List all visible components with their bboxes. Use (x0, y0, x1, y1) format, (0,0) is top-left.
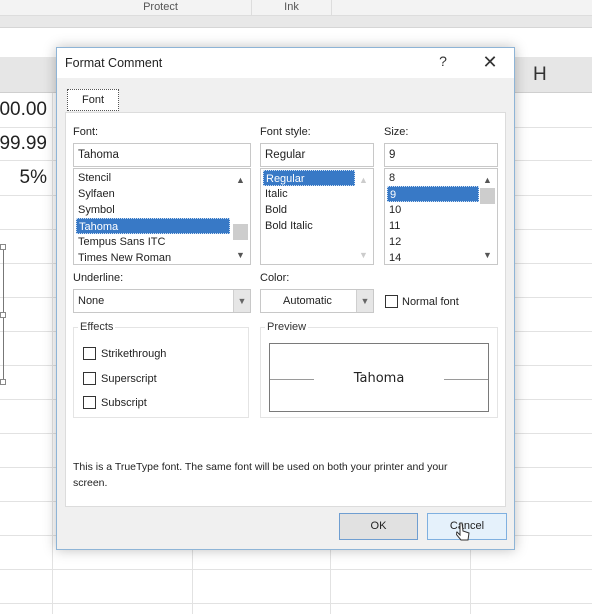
font-list-item[interactable]: Symbol (76, 202, 230, 218)
superscript-checkbox[interactable] (83, 372, 96, 385)
cell-value[interactable]: 5% (20, 167, 47, 189)
scroll-up-icon[interactable]: ▲ (355, 172, 372, 188)
mouse-cursor-icon (456, 522, 470, 541)
underline-label: Underline: (73, 272, 124, 284)
size-item[interactable]: 14 (387, 250, 479, 264)
preview-sample-text: Tahoma (353, 371, 405, 386)
strikethrough-checkbox[interactable] (83, 347, 96, 360)
size-list-scrollbar[interactable]: ▲ ▼ (479, 170, 496, 264)
gridline-vertical (52, 93, 53, 614)
font-list-item[interactable]: Sylfaen (76, 186, 230, 202)
help-button[interactable]: ? (433, 53, 453, 73)
tab-font[interactable]: Font (67, 89, 119, 111)
chevron-down-icon[interactable]: ▼ (356, 290, 373, 312)
color-select[interactable]: Automatic ▼ (260, 289, 374, 313)
font-list-scrollbar[interactable]: ▲ ▼ (232, 170, 249, 264)
scroll-down-icon[interactable]: ▼ (355, 247, 372, 263)
chevron-down-icon[interactable]: ▼ (233, 290, 250, 312)
scroll-up-icon[interactable]: ▲ (479, 172, 496, 188)
font-style-list[interactable]: Regular Italic Bold Bold Italic ▲ ▼ (260, 168, 374, 265)
size-label: Size: (384, 126, 409, 138)
ribbon-group-protect: Protect (70, 0, 252, 16)
scroll-down-icon[interactable]: ▼ (479, 247, 496, 263)
size-item[interactable]: 10 (387, 202, 479, 218)
effects-title: Effects (78, 321, 116, 333)
preview-title: Preview (265, 321, 309, 333)
font-list-item[interactable]: Tempus Sans ITC (76, 234, 230, 250)
scroll-up-icon[interactable]: ▲ (232, 172, 249, 188)
font-list[interactable]: Stencil Sylfaen Symbol Tahoma Tempus San… (73, 168, 251, 265)
font-label: Font: (73, 126, 99, 138)
ribbon-strip: Protect Ink (0, 0, 592, 16)
font-style-scrollbar[interactable]: ▲ ▼ (355, 170, 372, 264)
ribbon-separator (0, 16, 592, 28)
column-header-h[interactable]: H (533, 64, 547, 86)
size-list[interactable]: 8 9 10 11 12 14 ▲ ▼ (384, 168, 498, 265)
font-style-item[interactable]: Bold (263, 202, 355, 218)
preview-box: Tahoma (269, 343, 489, 412)
scroll-down-icon[interactable]: ▼ (232, 247, 249, 263)
effects-group (73, 327, 249, 418)
size-input[interactable]: 9 (384, 143, 498, 167)
subscript-label[interactable]: Subscript (101, 397, 147, 409)
size-item[interactable]: 11 (387, 218, 479, 234)
close-button[interactable]: ✕ (477, 51, 503, 73)
color-value: Automatic (283, 295, 332, 307)
normal-font-checkbox[interactable] (385, 295, 398, 308)
font-list-item-selected[interactable]: Tahoma (76, 218, 230, 234)
scroll-thumb[interactable] (480, 188, 495, 204)
size-item[interactable]: 12 (387, 234, 479, 250)
font-style-label: Font style: (260, 126, 311, 138)
font-style-item[interactable]: Italic (263, 186, 355, 202)
strikethrough-label[interactable]: Strikethrough (101, 348, 166, 360)
font-style-item[interactable]: Bold Italic (263, 218, 355, 234)
subscript-checkbox[interactable] (83, 396, 96, 409)
font-input[interactable]: Tahoma (73, 143, 251, 167)
gridline (0, 603, 592, 604)
font-list-item[interactable]: Times New Roman (76, 250, 230, 264)
superscript-label[interactable]: Superscript (101, 373, 157, 385)
dialog-title: Format Comment (65, 56, 163, 70)
underline-select[interactable]: None ▼ (73, 289, 251, 313)
font-list-item[interactable]: Stencil (76, 170, 230, 186)
size-item-selected[interactable]: 9 (387, 186, 479, 202)
underline-value: None (78, 295, 105, 307)
ribbon-group-ink: Ink (252, 0, 332, 16)
resize-handle[interactable] (0, 244, 6, 250)
dialog-titlebar[interactable]: Format Comment ? ✕ (57, 48, 514, 78)
font-style-input[interactable]: Regular (260, 143, 374, 167)
normal-font-label[interactable]: Normal font (402, 296, 459, 308)
cell-value[interactable]: 99.99 (0, 133, 47, 155)
cell-value[interactable]: 00.00 (0, 99, 47, 121)
color-label: Color: (260, 272, 290, 284)
scroll-thumb[interactable] (233, 224, 248, 240)
size-item[interactable]: 8 (387, 170, 479, 186)
resize-handle[interactable] (0, 312, 6, 318)
font-info-text: This is a TrueType font. The same font w… (73, 461, 448, 489)
font-style-item-selected[interactable]: Regular (263, 170, 355, 186)
gridline (0, 569, 592, 570)
resize-handle[interactable] (0, 379, 6, 385)
ok-button[interactable]: OK (339, 513, 418, 540)
